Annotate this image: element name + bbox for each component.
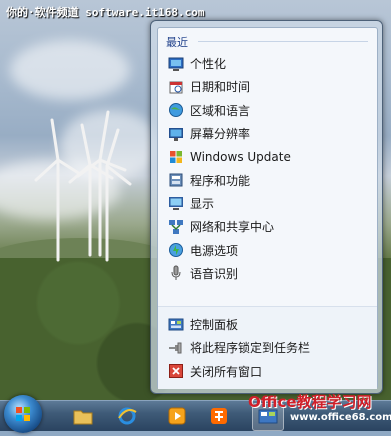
display-icon: [169, 197, 183, 211]
power-options-icon: [169, 243, 183, 258]
taskbar-explorer-button[interactable]: [68, 403, 98, 429]
control-panel-icon: [168, 318, 184, 331]
personalization-icon: [168, 57, 184, 71]
recent-item-region-language[interactable]: 区域和语言: [164, 99, 372, 122]
taskbar-app-button[interactable]: [204, 403, 234, 429]
site-brand-url: www.office68.com: [290, 412, 391, 423]
recent-item-label: 电源选项: [190, 243, 239, 258]
network-sharing-icon: [169, 219, 183, 234]
recent-item-label: Windows Update: [190, 149, 291, 164]
recent-item-label: 区域和语言: [190, 103, 251, 118]
programs-features-icon: [169, 173, 183, 187]
windows-logo-icon: [16, 407, 30, 421]
watermark-text: 你的·软件频道 software.it168.com: [6, 6, 205, 19]
wind-turbines-image: [34, 110, 132, 262]
recent-item-label: 语音识别: [190, 266, 239, 281]
jump-list: 最近 个性化 日期和时间 区域和语言 屏幕分辨率 Windows Update: [150, 20, 383, 394]
task-control-panel[interactable]: 控制面板: [164, 313, 372, 336]
internet-explorer-icon: [118, 407, 137, 425]
recent-item-programs-features[interactable]: 程序和功能: [164, 168, 372, 191]
recent-item-label: 屏幕分辨率: [190, 127, 251, 142]
recent-item-speech-recognition[interactable]: 语音识别: [164, 262, 372, 285]
pin-icon: [169, 342, 182, 354]
folder-icon: [73, 410, 93, 425]
task-label: 关闭所有窗口: [190, 364, 263, 379]
close-window-icon: [169, 364, 183, 379]
recent-item-power-options[interactable]: 电源选项: [164, 238, 372, 261]
taobao-icon: [211, 408, 227, 424]
recent-item-label: 网络和共享中心: [190, 220, 275, 235]
recent-item-display[interactable]: 显示: [164, 192, 372, 215]
recent-item-label: 程序和功能: [190, 173, 251, 188]
jump-list-tasks: 控制面板 将此程序锁定到任务栏 关闭所有窗口: [158, 306, 377, 389]
recent-item-date-time[interactable]: 日期和时间: [164, 75, 372, 98]
task-label: 控制面板: [190, 318, 239, 333]
screen-resolution-icon: [169, 127, 183, 141]
recent-item-screen-resolution[interactable]: 屏幕分辨率: [164, 122, 372, 145]
speech-recognition-icon: [171, 265, 181, 281]
site-brand-logo: Office教程学习网: [248, 393, 372, 411]
recent-section-title: 最近: [166, 36, 188, 49]
recent-list: 个性化 日期和时间 区域和语言 屏幕分辨率 Windows Update 程序和…: [164, 52, 372, 285]
date-time-icon: [169, 81, 183, 94]
recent-item-personalization[interactable]: 个性化: [164, 52, 372, 75]
jump-list-panel: 最近 个性化 日期和时间 区域和语言 屏幕分辨率 Windows Update: [157, 27, 378, 389]
cloud: [10, 40, 130, 100]
recent-item-network-sharing[interactable]: 网络和共享中心: [164, 215, 372, 238]
task-pin-to-taskbar[interactable]: 将此程序锁定到任务栏: [164, 336, 372, 359]
recent-item-label: 显示: [190, 196, 215, 211]
task-close-all-windows[interactable]: 关闭所有窗口: [164, 360, 372, 383]
region-language-icon: [169, 103, 183, 118]
recent-item-label: 个性化: [190, 57, 227, 72]
task-label: 将此程序锁定到任务栏: [190, 341, 311, 356]
tasks-list: 控制面板 将此程序锁定到任务栏 关闭所有窗口: [164, 313, 372, 383]
media-player-icon: [168, 407, 186, 425]
windows-update-icon: [170, 150, 182, 163]
recent-item-label: 日期和时间: [190, 80, 251, 95]
recent-item-windows-update[interactable]: Windows Update: [164, 145, 372, 168]
section-divider: [198, 41, 368, 42]
taskbar-media-player-button[interactable]: [162, 403, 192, 429]
start-button[interactable]: [4, 395, 42, 433]
taskbar-ie-button[interactable]: [112, 403, 142, 429]
